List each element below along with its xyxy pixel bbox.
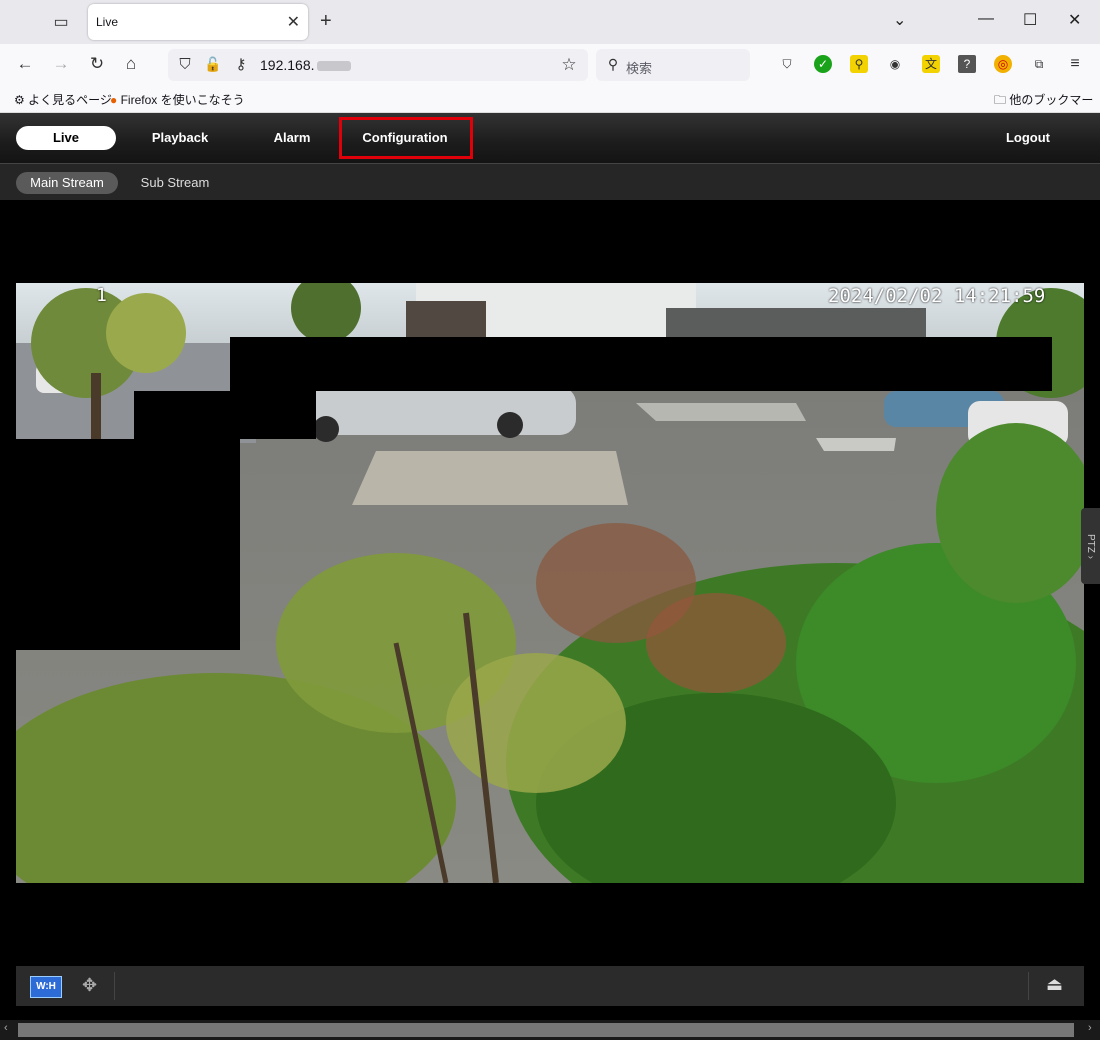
url-bar[interactable]: ⛉ 🔓 ⚷ 192.168. ☆ bbox=[168, 49, 588, 81]
tab-list-icon[interactable]: ▭ bbox=[50, 12, 72, 32]
stream-selector-bar: Main Stream Sub Stream bbox=[0, 164, 1100, 200]
search-icon: ⚲ bbox=[607, 56, 619, 72]
checkmark-extension-icon[interactable]: ✓ bbox=[814, 55, 832, 73]
list-all-tabs-icon[interactable]: ⌄ bbox=[893, 10, 906, 30]
timestamp-osd: 2024/02/02 14:21:59 bbox=[828, 285, 1046, 307]
browser-tab[interactable]: Live ✕ bbox=[88, 4, 308, 40]
url-redacted bbox=[316, 61, 351, 72]
reload-icon[interactable]: ↻ bbox=[86, 54, 108, 74]
bookmarks-bar: ⚙ よく見るページ ● Firefox を使いこなそう 🗀 他のブックマーク bbox=[0, 86, 1100, 128]
tab-title: Live bbox=[96, 15, 119, 29]
headset-extension-icon[interactable]: ◎ bbox=[994, 55, 1012, 73]
privacy-mask bbox=[134, 391, 316, 439]
account-icon[interactable]: ◉ bbox=[886, 55, 904, 73]
aspect-ratio-button[interactable]: W:H bbox=[30, 976, 62, 998]
close-tab-icon[interactable]: ✕ bbox=[287, 12, 300, 32]
folder-icon: 🗀 bbox=[994, 93, 1007, 107]
firefox-logo-icon: ● bbox=[110, 93, 118, 107]
main-stream-button[interactable]: Main Stream bbox=[16, 172, 118, 194]
zoom-extension-icon[interactable]: ⚲ bbox=[850, 55, 868, 73]
browser-tab-bar: ▭ Live ✕ + ⌄ — ☐ ✕ bbox=[0, 0, 1100, 44]
new-tab-button[interactable]: + bbox=[320, 10, 332, 33]
bookmark-most-visited[interactable]: ⚙ よく見るページ bbox=[14, 91, 112, 108]
tab-live[interactable]: Live bbox=[16, 126, 116, 150]
search-placeholder: 検索 bbox=[626, 61, 653, 76]
insecure-lock-icon[interactable]: 🔓 bbox=[202, 56, 224, 73]
privacy-mask bbox=[16, 439, 240, 650]
extensions-puzzle-icon[interactable]: ⧉ bbox=[1030, 55, 1048, 73]
menu-icon[interactable]: ≡ bbox=[1066, 55, 1084, 73]
ptz-direction-icon[interactable]: ✥ bbox=[82, 975, 97, 996]
url-text[interactable]: 192.168. bbox=[260, 57, 351, 73]
privacy-mask bbox=[230, 337, 1052, 391]
browser-nav-bar: ← → ↻ ⌂ ⛉ 🔓 ⚷ 192.168. ☆ ⚲ 検索 ⛉ ✓ ⚲ ◉ 文 … bbox=[0, 44, 1100, 86]
forward-icon[interactable]: → bbox=[50, 54, 72, 74]
logout-button[interactable]: Logout bbox=[990, 126, 1066, 150]
help-extension-icon[interactable]: ? bbox=[958, 55, 976, 73]
tab-alarm[interactable]: Alarm bbox=[262, 126, 322, 150]
divider bbox=[114, 972, 115, 1000]
horizontal-scrollbar[interactable]: ‹ › bbox=[0, 1020, 1100, 1040]
bookmark-star-icon[interactable]: ☆ bbox=[558, 55, 580, 75]
sub-stream-button[interactable]: Sub Stream bbox=[130, 172, 220, 194]
live-toolbar: W:H ✥ ⏏ bbox=[16, 966, 1084, 1006]
channel-osd: 1 bbox=[96, 285, 107, 306]
alarm-light-icon[interactable]: ⏏ bbox=[1046, 974, 1063, 995]
configuration-highlight-box bbox=[339, 117, 473, 159]
scroll-left-icon[interactable]: ‹ bbox=[4, 1022, 8, 1034]
camera-nav-bar: Live Playback Alarm Configuration Logout bbox=[0, 113, 1100, 164]
maximize-icon[interactable]: ☐ bbox=[1023, 10, 1037, 30]
bookmark-firefox-tips[interactable]: ● Firefox を使いこなそう bbox=[110, 91, 245, 108]
shield-icon[interactable]: ⛉ bbox=[174, 56, 196, 73]
close-window-icon[interactable]: ✕ bbox=[1068, 10, 1081, 30]
scroll-right-icon[interactable]: › bbox=[1088, 1022, 1092, 1034]
search-box[interactable]: ⚲ 検索 bbox=[596, 49, 750, 81]
ptz-panel-toggle[interactable]: PTZ › bbox=[1081, 508, 1100, 584]
live-video-feed[interactable]: 1 2024/02/02 14:21:59 bbox=[16, 283, 1084, 883]
key-icon[interactable]: ⚷ bbox=[230, 55, 252, 73]
home-icon[interactable]: ⌂ bbox=[120, 54, 142, 74]
pocket-icon[interactable]: ⛉ bbox=[778, 55, 796, 73]
minimize-icon[interactable]: — bbox=[978, 10, 994, 28]
tab-playback[interactable]: Playback bbox=[140, 126, 220, 150]
divider bbox=[1028, 972, 1029, 1000]
back-icon[interactable]: ← bbox=[14, 54, 36, 74]
translate-extension-icon[interactable]: 文 bbox=[922, 55, 940, 73]
scrollbar-thumb[interactable] bbox=[18, 1023, 1074, 1037]
